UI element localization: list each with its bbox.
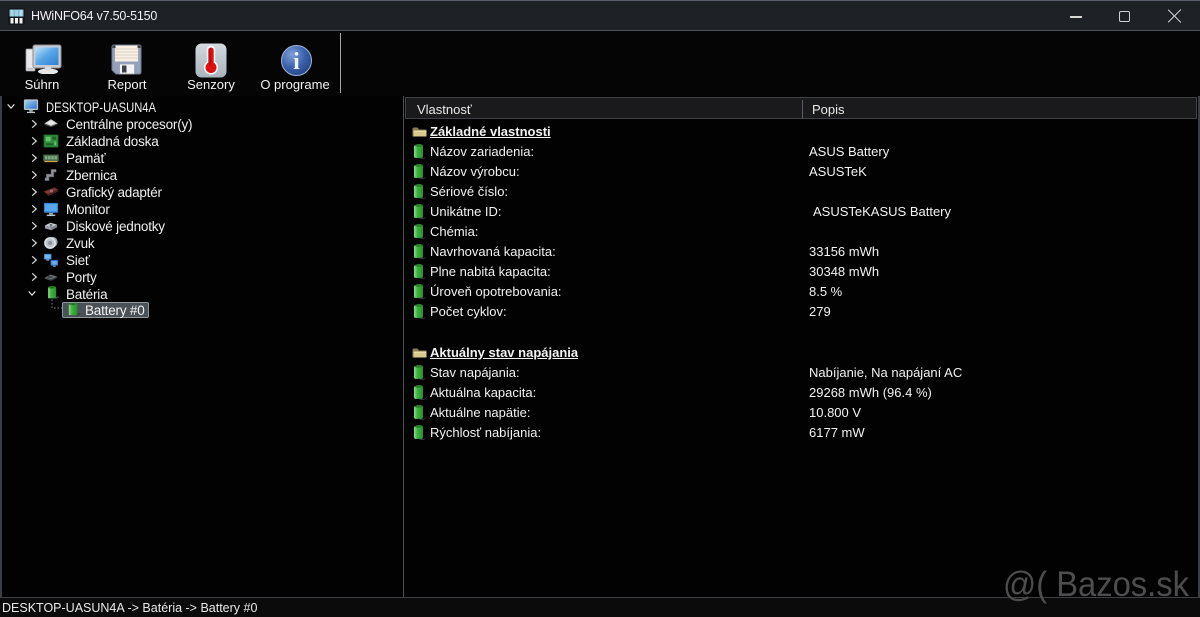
svg-text:i: i (293, 49, 300, 75)
